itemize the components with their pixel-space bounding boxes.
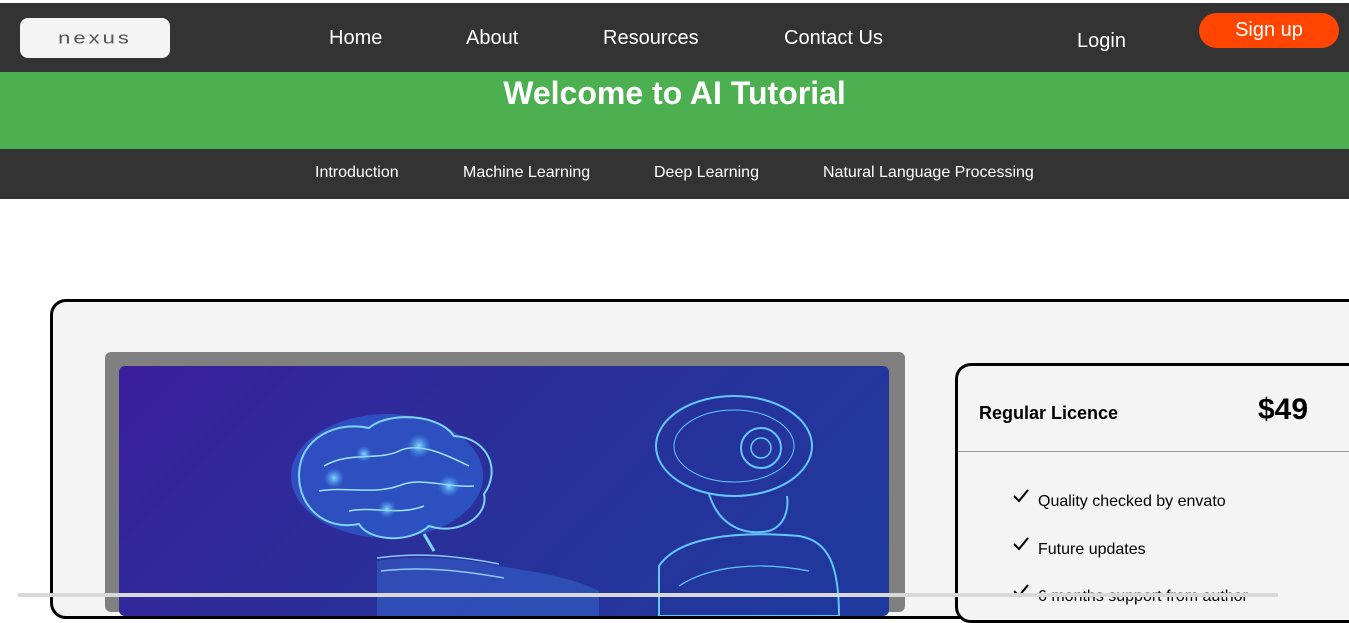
- logo[interactable]: nexus: [20, 18, 170, 58]
- topic-subnav: Introduction Machine Learning Deep Learn…: [0, 149, 1349, 199]
- product-card: Regular Licence $49 Quality checked by e…: [50, 299, 1349, 623]
- licence-name: Regular Licence: [979, 403, 1119, 423]
- feature-item: Future updates: [1012, 537, 1146, 559]
- subnav-deep-learning[interactable]: Deep Learning: [654, 164, 759, 182]
- hand-icon: [376, 554, 599, 616]
- brain-icon: [291, 414, 493, 552]
- check-icon: [1013, 584, 1029, 598]
- hero-banner: Welcome to AI Tutorial: [0, 72, 1349, 149]
- horizontal-scrollbar[interactable]: [18, 593, 1278, 597]
- feature-item: 6 months support from author: [1012, 584, 1248, 606]
- nav-contact-link[interactable]: Contact Us: [784, 27, 883, 50]
- licence-price: $49: [1258, 393, 1309, 426]
- robot-icon: [655, 395, 841, 616]
- media-frame: [105, 352, 905, 616]
- logo-text: nexus: [58, 28, 132, 47]
- nav-home-link[interactable]: Home: [329, 27, 382, 50]
- feature-item: Quality checked by envato: [1012, 489, 1226, 511]
- top-navbar: nexus Home About Resources Contact Us Lo…: [0, 3, 1349, 72]
- pricing-panel: Regular Licence $49 Quality checked by e…: [955, 363, 1349, 623]
- feature-text: Future updates: [1038, 541, 1146, 558]
- subnav-introduction[interactable]: Introduction: [315, 164, 399, 182]
- nav-about-link[interactable]: About: [466, 27, 518, 50]
- login-link[interactable]: Login: [1077, 30, 1126, 53]
- feature-text: 6 months support from author: [1038, 588, 1248, 606]
- ai-illustration: [119, 366, 889, 616]
- subnav-nlp[interactable]: Natural Language Processing: [823, 164, 1034, 182]
- check-icon: [1013, 537, 1029, 551]
- signup-button[interactable]: Sign up: [1199, 13, 1339, 48]
- ai-illustration-art: [291, 395, 841, 616]
- page-title: Welcome to AI Tutorial: [503, 75, 846, 111]
- feature-text: Quality checked by envato: [1038, 493, 1226, 510]
- check-icon: [1013, 489, 1029, 503]
- pricing-divider: [958, 451, 1349, 452]
- subnav-machine-learning[interactable]: Machine Learning: [463, 164, 590, 182]
- nav-resources-link[interactable]: Resources: [603, 27, 699, 50]
